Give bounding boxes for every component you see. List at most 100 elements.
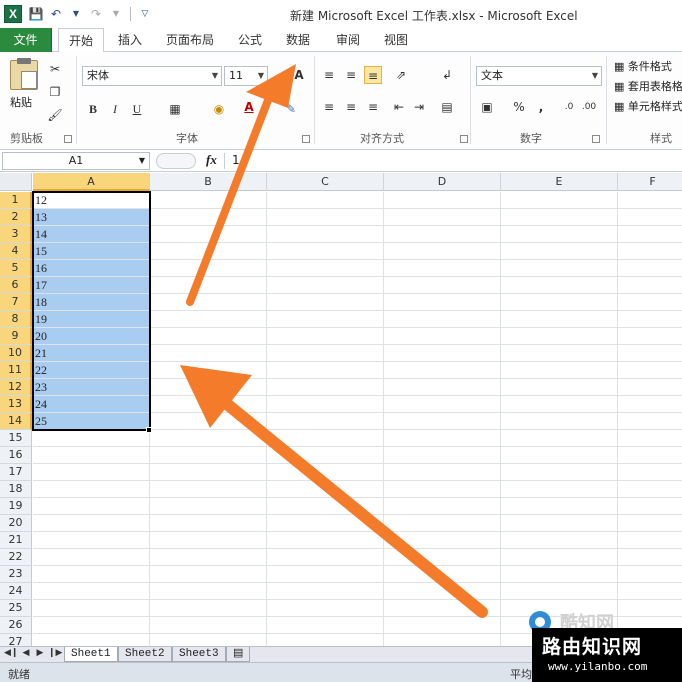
row-header-8[interactable]: 8 — [0, 311, 32, 328]
row-header-9[interactable]: 9 — [0, 328, 32, 345]
align-bottom-icon[interactable]: ≡ — [364, 66, 382, 84]
align-middle-icon[interactable]: ≡ — [342, 66, 360, 84]
conditional-format-button[interactable]: ▦ 条件格式 — [614, 58, 672, 74]
cell-a15[interactable] — [33, 430, 150, 446]
grow-font-icon[interactable]: A — [290, 66, 308, 84]
row-header-11[interactable]: 11 — [0, 362, 32, 379]
italic-button[interactable]: I — [106, 100, 124, 118]
paste-button-label[interactable]: 粘贴 — [10, 94, 32, 110]
cell-a24[interactable] — [33, 583, 150, 599]
row-header-25[interactable]: 25 — [0, 600, 32, 617]
decrease-indent-icon[interactable]: ⇤ — [390, 98, 408, 116]
row-header-1[interactable]: 1 — [0, 192, 32, 209]
row-header-2[interactable]: 2 — [0, 209, 32, 226]
underline-button[interactable]: U — [128, 100, 146, 118]
column-header-a[interactable]: A — [33, 173, 150, 191]
clipboard-launcher-icon[interactable] — [64, 135, 72, 143]
column-header-b[interactable]: B — [150, 173, 267, 191]
font-size-select[interactable]: 11 ▼ — [224, 66, 268, 86]
decrease-decimal-icon[interactable]: .00 — [580, 98, 598, 116]
cell-a21[interactable] — [33, 532, 150, 548]
cell-a19[interactable] — [33, 498, 150, 514]
tab-formulas[interactable]: 公式 — [238, 28, 262, 52]
format-as-table-button[interactable]: ▦ 套用表格格式 — [614, 78, 682, 94]
cell-a17[interactable] — [33, 464, 150, 480]
row-header-5[interactable]: 5 — [0, 260, 32, 277]
worksheet-grid[interactable]: A B C D E F 1 12 2 13 3 14 4 15 5 16 6 17 7 18 8 19 9 20 10 21 11 2… — [0, 173, 682, 646]
align-center-icon[interactable]: ≡ — [342, 98, 360, 116]
prev-sheet-icon[interactable]: ◀ — [20, 648, 32, 658]
tab-data[interactable]: 数据 — [286, 28, 310, 52]
insert-sheet-icon[interactable]: ▤ — [226, 647, 251, 662]
align-left-icon[interactable]: ≡ — [320, 98, 338, 116]
column-header-e[interactable]: E — [501, 173, 618, 191]
increase-decimal-icon[interactable]: .0 — [560, 98, 578, 116]
row-header-13[interactable]: 13 — [0, 396, 32, 413]
cell-a27[interactable] — [33, 634, 150, 646]
select-all-button[interactable] — [0, 173, 32, 191]
font-color-button[interactable]: A — [240, 98, 258, 116]
cut-icon[interactable]: ✂ — [46, 60, 64, 78]
fill-color-icon[interactable]: ◉ — [210, 100, 228, 118]
fill-handle[interactable] — [146, 427, 152, 433]
row-header-4[interactable]: 4 — [0, 243, 32, 260]
format-painter-icon[interactable]: 🖌 — [46, 106, 64, 124]
align-top-icon[interactable]: ≡ — [320, 66, 338, 84]
cell-a25[interactable] — [33, 600, 150, 616]
insert-function-icon[interactable]: fx — [206, 152, 217, 168]
merge-center-icon[interactable]: ▤ — [438, 98, 456, 116]
bold-button[interactable]: B — [84, 100, 102, 118]
tab-insert[interactable]: 插入 — [118, 28, 142, 52]
font-name-select[interactable]: 宋体 ▼ — [82, 66, 222, 86]
copy-icon[interactable]: ❐ — [46, 83, 64, 101]
row-header-12[interactable]: 12 — [0, 379, 32, 396]
percent-button[interactable]: % — [510, 98, 528, 116]
row-header-14[interactable]: 14 — [0, 413, 32, 430]
row-header-23[interactable]: 23 — [0, 566, 32, 583]
cell-a16[interactable] — [33, 447, 150, 463]
row-header-26[interactable]: 26 — [0, 617, 32, 634]
tab-page-layout[interactable]: 页面布局 — [166, 28, 214, 52]
cell-a20[interactable] — [33, 515, 150, 531]
row-header-3[interactable]: 3 — [0, 226, 32, 243]
row-header-19[interactable]: 19 — [0, 498, 32, 515]
last-sheet-icon[interactable]: ❙▶ — [48, 648, 62, 658]
row-header-27[interactable]: 27 — [0, 634, 32, 646]
tab-home[interactable]: 开始 — [58, 28, 104, 53]
row-header-6[interactable]: 6 — [0, 277, 32, 294]
row-header-22[interactable]: 22 — [0, 549, 32, 566]
sheet-tab-sheet2[interactable]: Sheet2 — [118, 647, 172, 662]
phonetic-icon[interactable]: ✎ — [282, 100, 300, 118]
cell-a23[interactable] — [33, 566, 150, 582]
row-header-7[interactable]: 7 — [0, 294, 32, 311]
sheet-tab-sheet1[interactable]: Sheet1 — [64, 647, 118, 662]
paste-icon[interactable] — [10, 58, 38, 90]
row-header-20[interactable]: 20 — [0, 515, 32, 532]
wrap-text-icon[interactable]: ↲ — [438, 66, 456, 84]
next-sheet-icon[interactable]: ▶ — [34, 648, 46, 658]
number-launcher-icon[interactable] — [592, 135, 600, 143]
number-format-select[interactable]: 文本 ▼ — [476, 66, 602, 86]
sheet-tab-sheet3[interactable]: Sheet3 — [172, 647, 226, 662]
cell-styles-button[interactable]: ▦ 单元格样式 — [614, 98, 682, 114]
column-header-d[interactable]: D — [384, 173, 501, 191]
row-header-16[interactable]: 16 — [0, 447, 32, 464]
tab-review[interactable]: 审阅 — [336, 28, 360, 52]
borders-icon[interactable]: ▦ — [166, 100, 184, 118]
increase-indent-icon[interactable]: ⇥ — [410, 98, 428, 116]
currency-icon[interactable]: ▣ — [478, 98, 496, 116]
formula-input[interactable]: 1 — [232, 153, 240, 167]
alignment-launcher-icon[interactable] — [460, 135, 468, 143]
row-header-18[interactable]: 18 — [0, 481, 32, 498]
tab-view[interactable]: 视图 — [384, 28, 408, 52]
cell-a26[interactable] — [33, 617, 150, 633]
tab-file[interactable]: 文件 — [0, 28, 52, 52]
row-header-10[interactable]: 10 — [0, 345, 32, 362]
row-header-21[interactable]: 21 — [0, 532, 32, 549]
column-header-f[interactable]: F — [618, 173, 682, 191]
align-right-icon[interactable]: ≡ — [364, 98, 382, 116]
name-box[interactable]: A1 ▼ — [2, 152, 150, 170]
cell-a18[interactable] — [33, 481, 150, 497]
first-sheet-icon[interactable]: ◀❙ — [4, 648, 18, 658]
font-launcher-icon[interactable] — [302, 135, 310, 143]
